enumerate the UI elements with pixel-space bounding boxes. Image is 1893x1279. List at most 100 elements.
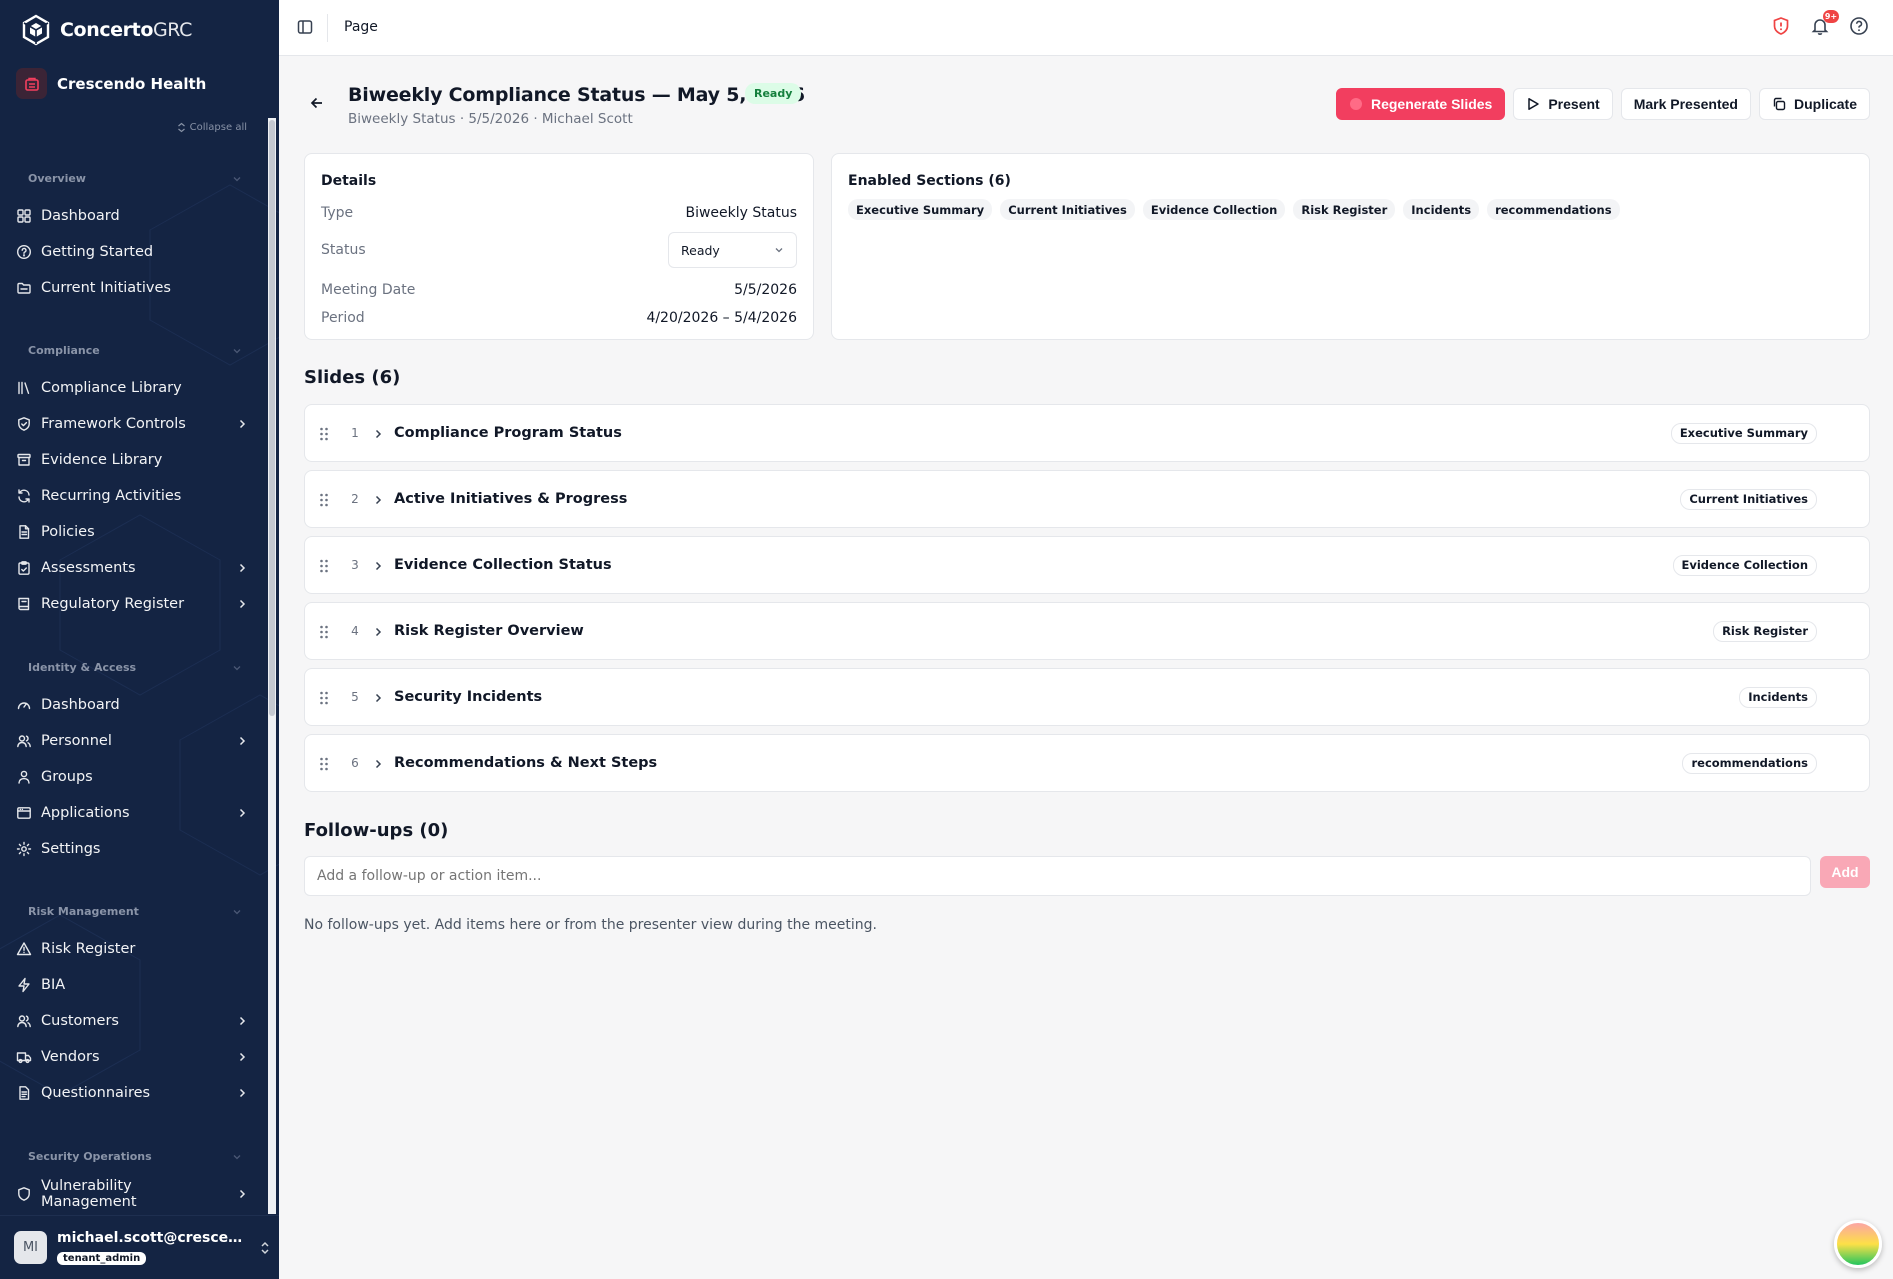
- slide-row[interactable]: 1 Compliance Program Status Executive Su…: [304, 404, 1870, 462]
- sidebar-toggle-button[interactable]: [297, 19, 313, 35]
- slide-section-tag: Incidents: [1739, 686, 1817, 708]
- present-button[interactable]: Present: [1513, 88, 1613, 120]
- section-chip: Executive Summary: [848, 199, 993, 220]
- regenerate-slides-button[interactable]: Regenerate Slides: [1335, 88, 1506, 120]
- sidebar-group-header[interactable]: Identity & Access: [28, 661, 242, 674]
- sidebar-item-groups[interactable]: Groups: [16, 761, 248, 793]
- drag-handle-icon[interactable]: [319, 492, 329, 508]
- sidebar-item-questionnaires[interactable]: Questionnaires: [16, 1077, 248, 1109]
- drag-handle-icon[interactable]: [319, 426, 329, 442]
- sidebar-item-current-initiatives[interactable]: Current Initiatives: [16, 272, 248, 304]
- chevron-right-icon[interactable]: [372, 626, 384, 638]
- drag-handle-icon[interactable]: [319, 558, 329, 574]
- slide-row[interactable]: 3 Evidence Collection Status Evidence Co…: [304, 536, 1870, 594]
- sidebar-item-applications[interactable]: Applications: [16, 797, 248, 829]
- drag-handle-icon[interactable]: [319, 690, 329, 706]
- sidebar-item-dashboard[interactable]: Dashboard: [16, 200, 248, 232]
- detail-type-label: Type: [321, 205, 354, 221]
- drag-handle-icon[interactable]: [319, 756, 329, 772]
- slide-title: Security Incidents: [394, 689, 543, 705]
- sidebar-scrollbar[interactable]: [268, 118, 276, 1214]
- slide-title: Risk Register Overview: [394, 623, 584, 639]
- app-logo[interactable]: ConcertoGRC: [20, 14, 192, 46]
- section-chip: Incidents: [1403, 199, 1480, 220]
- chevron-right-icon: [236, 562, 248, 574]
- notifications-button[interactable]: 9+: [1810, 10, 1839, 36]
- sidebar-item-settings[interactable]: Settings: [16, 833, 248, 865]
- sidebar-group-title: Risk Management: [28, 905, 139, 918]
- section-chip: recommendations: [1487, 199, 1620, 220]
- sidebar-item-label: Vendors: [41, 1049, 100, 1065]
- notification-count-badge: 9+: [1823, 10, 1839, 23]
- sidebar-item-compliance-library[interactable]: Compliance Library: [16, 372, 248, 404]
- collapse-all-button[interactable]: Collapse all: [177, 122, 247, 133]
- chevron-right-icon[interactable]: [372, 758, 384, 770]
- sidebar-item-regulatory-register[interactable]: Regulatory Register: [16, 588, 248, 620]
- sidebar-group-header[interactable]: Risk Management: [28, 905, 242, 918]
- mark-presented-button[interactable]: Mark Presented: [1620, 88, 1751, 120]
- slide-row[interactable]: 2 Active Initiatives & Progress Current …: [304, 470, 1870, 528]
- org-switcher[interactable]: Crescendo Health: [16, 68, 206, 99]
- sidebar-item-recurring-activities[interactable]: Recurring Activities: [16, 480, 248, 512]
- regenerate-slides-label: Regenerate Slides: [1370, 96, 1493, 112]
- user-menu[interactable]: MI michael.scott@crescendohealth.com ten…: [0, 1215, 279, 1279]
- chevron-right-icon[interactable]: [372, 428, 384, 440]
- enabled-sections-heading: Enabled Sections (6): [848, 173, 1011, 189]
- add-followup-button[interactable]: Add: [1820, 856, 1870, 888]
- sidebar-scrollbar-thumb[interactable]: [269, 120, 275, 716]
- sidebar-item-vulnerability-management[interactable]: Vulnerability Management: [16, 1178, 248, 1210]
- security-alert-button[interactable]: [1771, 16, 1791, 36]
- sidebar-item-bia[interactable]: BIA: [16, 969, 248, 1001]
- status-select[interactable]: Ready: [668, 232, 797, 268]
- sidebar-item-framework-controls[interactable]: Framework Controls: [16, 408, 248, 440]
- detail-period-label: Period: [321, 310, 365, 326]
- chevron-right-icon: [236, 807, 248, 819]
- slide-row[interactable]: 4 Risk Register Overview Risk Register: [304, 602, 1870, 660]
- slide-number: 4: [351, 624, 359, 638]
- sidebar-item-label: Compliance Library: [41, 380, 182, 396]
- shield-alert-icon: [1773, 17, 1789, 35]
- sidebar-item-label: Getting Started: [41, 244, 154, 260]
- chevron-right-icon: [236, 1015, 248, 1027]
- duplicate-button[interactable]: Duplicate: [1758, 88, 1870, 120]
- refresh-icon: [16, 488, 32, 504]
- chevron-right-icon[interactable]: [372, 494, 384, 506]
- sidebar: ConcertoGRC Crescendo Health Collapse al…: [0, 0, 279, 1279]
- sidebar-item-assessments[interactable]: Assessments: [16, 552, 248, 584]
- assistant-avatar-button[interactable]: [1834, 1220, 1882, 1268]
- sidebar-item-policies[interactable]: Policies: [16, 516, 248, 548]
- sidebar-group-header[interactable]: Security Operations: [28, 1150, 242, 1163]
- sidebar-group-header[interactable]: Overview: [28, 172, 242, 185]
- users-icon: [16, 733, 32, 749]
- sidebar-item-getting-started[interactable]: Getting Started: [16, 236, 248, 268]
- sidebar-item-customers[interactable]: Customers: [16, 1005, 248, 1037]
- slide-row[interactable]: 6 Recommendations & Next Steps recommend…: [304, 734, 1870, 792]
- slide-section-tag: Evidence Collection: [1672, 554, 1817, 576]
- sidebar-item-vendors[interactable]: Vendors: [16, 1041, 248, 1073]
- status-badge: Ready: [745, 83, 802, 104]
- chevron-right-icon[interactable]: [372, 692, 384, 704]
- chevron-right-icon[interactable]: [372, 560, 384, 572]
- sidebar-item-risk-register[interactable]: Risk Register: [16, 933, 248, 965]
- details-heading: Details: [321, 173, 377, 189]
- sidebar-item-label: Current Initiatives: [41, 280, 171, 296]
- followup-input[interactable]: [304, 856, 1811, 896]
- sidebar-group-header[interactable]: Compliance: [28, 344, 242, 357]
- sidebar-item-dashboard[interactable]: Dashboard: [16, 689, 248, 721]
- slide-number: 6: [351, 756, 359, 770]
- detail-period-row: Period 4/20/2026 – 5/4/2026: [321, 310, 797, 326]
- back-button[interactable]: [309, 95, 325, 111]
- help-button[interactable]: [1849, 16, 1869, 36]
- sidebar-item-evidence-library[interactable]: Evidence Library: [16, 444, 248, 476]
- slide-row[interactable]: 5 Security Incidents Incidents: [304, 668, 1870, 726]
- book-icon: [16, 596, 32, 612]
- gauge-icon: [16, 697, 32, 713]
- sidebar-item-label: Questionnaires: [41, 1085, 151, 1101]
- topbar-actions: 9+: [1771, 10, 1869, 36]
- sidebar-item-personnel[interactable]: Personnel: [16, 725, 248, 757]
- sidebar-item-label: Recurring Activities: [41, 488, 182, 504]
- drag-handle-icon[interactable]: [319, 624, 329, 640]
- archive-icon: [16, 452, 32, 468]
- shield-check-icon: [16, 416, 32, 432]
- building-icon: [16, 68, 47, 99]
